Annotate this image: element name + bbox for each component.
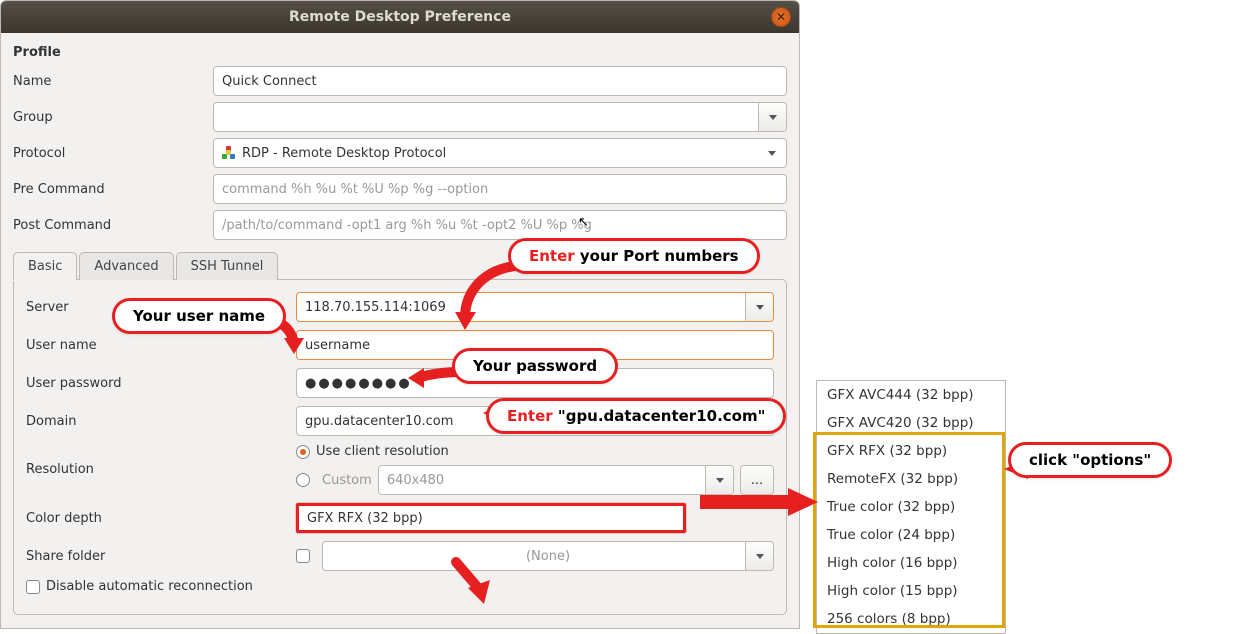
tab-ssh-tunnel[interactable]: SSH Tunnel: [176, 252, 279, 280]
protocol-combo[interactable]: RDP - Remote Desktop Protocol: [213, 138, 787, 168]
colordepth-select[interactable]: GFX RFX (32 bpp): [296, 503, 686, 533]
resolution-custom-select[interactable]: 640x480: [378, 465, 734, 495]
postcmd-input[interactable]: /path/to/command -opt1 arg %h %u %t -opt…: [213, 210, 787, 240]
colordepth-label: Color depth: [26, 511, 296, 526]
tab-advanced[interactable]: Advanced: [79, 252, 173, 280]
server-dropdown-button[interactable]: [745, 293, 773, 321]
group-dropdown-button[interactable]: [758, 103, 786, 131]
precmd-label: Pre Command: [13, 182, 213, 197]
dialog-buttons: Cancel Save as Default Save Connect Save…: [1, 621, 799, 629]
precmd-input[interactable]: command %h %u %t %U %p %g --option: [213, 174, 787, 204]
postcmd-label: Post Command: [13, 218, 213, 233]
chevron-down-icon: [756, 554, 764, 559]
resolution-custom-radio[interactable]: [296, 473, 310, 487]
window-title: Remote Desktop Preference: [289, 9, 511, 25]
group-combo[interactable]: [213, 102, 787, 132]
options-highlight-box: [813, 432, 1005, 628]
close-button[interactable]: ✕: [771, 7, 791, 27]
chevron-down-icon: [769, 115, 777, 120]
password-label: User password: [26, 376, 296, 391]
protocol-dropdown-button[interactable]: [758, 139, 786, 167]
resolution-more-button[interactable]: ...: [740, 465, 774, 495]
resolution-client-label: Use client resolution: [316, 444, 449, 459]
share-checkbox[interactable]: [296, 549, 310, 563]
close-icon: ✕: [776, 10, 786, 24]
server-input[interactable]: 118.70.155.114:1069: [296, 292, 774, 322]
name-input[interactable]: Quick Connect: [213, 66, 787, 96]
protocol-label: Protocol: [13, 146, 213, 161]
group-label: Group: [13, 110, 213, 125]
chevron-down-icon: [716, 478, 724, 483]
annotation-domain: Enter "gpu.datacenter10.com": [486, 398, 786, 434]
share-select[interactable]: (None): [322, 541, 774, 571]
domain-label: Domain: [26, 414, 296, 429]
rdp-icon: [222, 146, 236, 160]
tab-basic[interactable]: Basic: [13, 252, 77, 280]
resolution-label: Resolution: [26, 462, 296, 477]
resolution-client-radio[interactable]: [296, 445, 310, 459]
annotation-port: Enter your Port numbers: [508, 238, 760, 274]
share-label: Share folder: [26, 549, 296, 564]
resolution-custom-label: Custom: [322, 473, 372, 488]
disable-reconnect-checkbox[interactable]: [26, 580, 40, 594]
annotation-password: Your password: [452, 348, 618, 384]
titlebar: Remote Desktop Preference ✕: [1, 1, 799, 33]
share-dropdown-button[interactable]: [745, 542, 773, 570]
username-label: User name: [26, 338, 296, 353]
resolution-dropdown-button[interactable]: [705, 466, 733, 494]
name-label: Name: [13, 74, 213, 89]
chevron-down-icon: [756, 305, 764, 310]
disable-reconnect-label: Disable automatic reconnection: [46, 579, 253, 594]
option-gfx-avc444[interactable]: GFX AVC444 (32 bpp): [817, 381, 1005, 409]
profile-heading: Profile: [13, 45, 787, 60]
chevron-down-icon: [768, 151, 776, 156]
annotation-username: Your user name: [112, 298, 286, 334]
annotation-options: click "options": [1008, 442, 1172, 478]
